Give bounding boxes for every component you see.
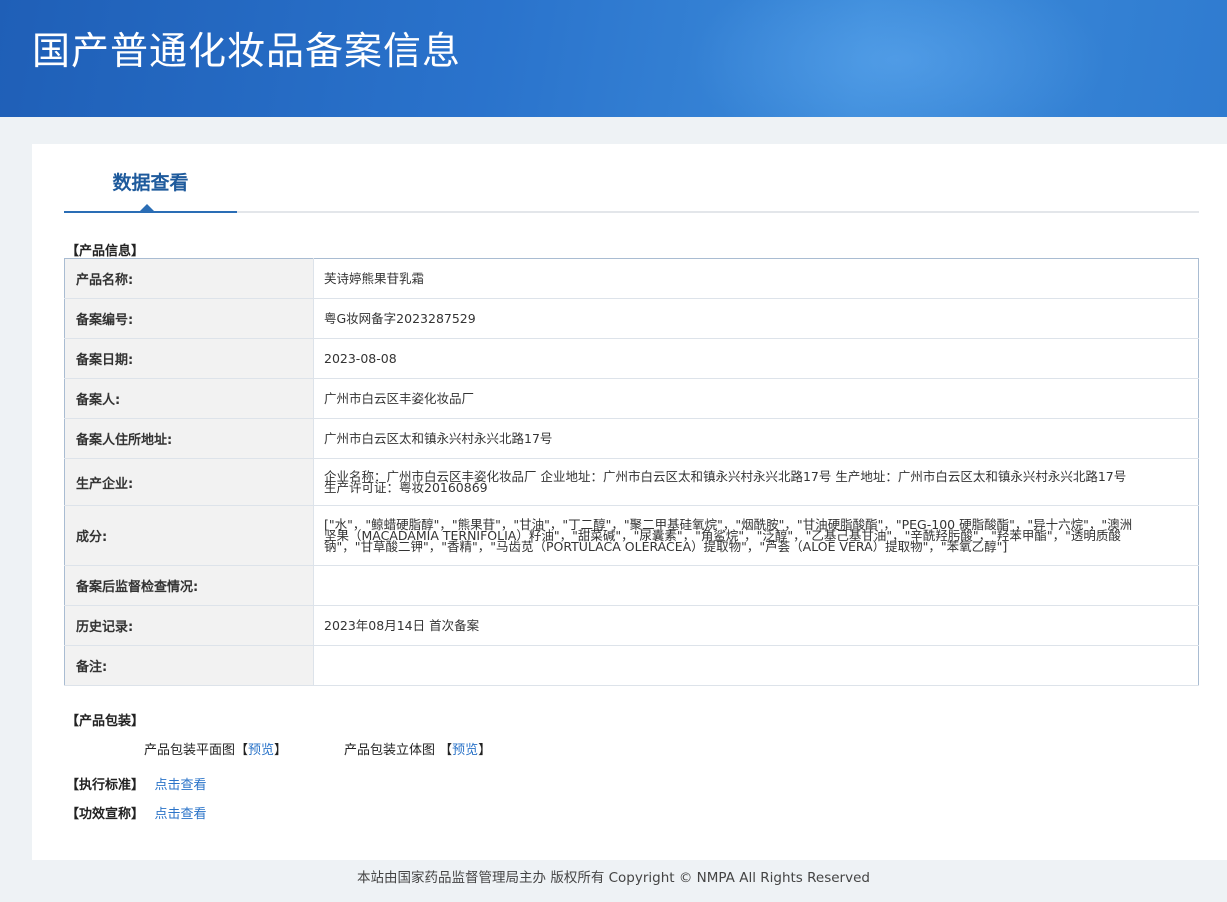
section-title-efficacy: 【功效宣称】 点击查看 xyxy=(66,803,207,822)
row-value xyxy=(313,565,1199,606)
packaging-flat-label: 产品包装平面图 xyxy=(144,743,236,758)
footer-copyright: 本站由国家药品监督管理局主办 版权所有 Copyright © NMPA All… xyxy=(357,870,870,886)
table-row: 成分: ["水"，"鲸蜡硬脂醇"，"熊果苷"，"甘油"，"丁二醇"，"聚二甲基硅… xyxy=(64,505,1199,566)
section-title-packaging: 【产品包装】 xyxy=(66,714,145,729)
standard-label: 【执行标准】 xyxy=(66,778,145,793)
bracket-open: 【 xyxy=(439,743,453,758)
row-value: 企业名称：广州市白云区丰姿化妆品厂 企业地址：广州市白云区太和镇永兴村永兴北路1… xyxy=(313,458,1199,506)
row-value: 粤G妆网备字2023287529 xyxy=(313,298,1199,339)
row-value: 广州市白云区太和镇永兴村永兴北路17号 xyxy=(313,418,1199,459)
bracket-open: 【 xyxy=(235,743,249,758)
row-label: 备案编号: xyxy=(64,298,314,339)
row-label: 备案人: xyxy=(64,378,314,419)
page-title: 国产普通化妆品备案信息 xyxy=(32,29,462,73)
packaging-flat: 产品包装平面图【预览】 xyxy=(144,739,287,758)
table-row: 历史记录: 2023年08月14日 首次备案 xyxy=(64,605,1199,646)
row-label: 历史记录: xyxy=(64,605,314,646)
table-row: 产品名称: 芙诗婷熊果苷乳霜 xyxy=(64,258,1199,299)
row-value: 广州市白云区丰姿化妆品厂 xyxy=(313,378,1199,419)
product-info-table: 产品名称: 芙诗婷熊果苷乳霜 备案编号: 粤G妆网备字2023287529 备案… xyxy=(64,258,1199,686)
efficacy-view-link[interactable]: 点击查看 xyxy=(155,807,207,822)
row-label: 备注: xyxy=(64,645,314,686)
section-title-product-info: 【产品信息】 xyxy=(66,244,145,259)
bracket-close: 】 xyxy=(274,743,288,758)
tab-active-arrow xyxy=(140,204,154,211)
row-label: 备案日期: xyxy=(64,338,314,379)
row-value: ["水"，"鲸蜡硬脂醇"，"熊果苷"，"甘油"，"丁二醇"，"聚二甲基硅氧烷"，… xyxy=(313,505,1199,566)
row-label: 产品名称: xyxy=(64,258,314,299)
row-label: 成分: xyxy=(64,505,314,566)
bracket-close: 】 xyxy=(478,743,492,758)
table-row: 备案后监督检查情况: xyxy=(64,565,1199,606)
header-banner: 国产普通化妆品备案信息 xyxy=(0,0,1227,117)
row-value: 2023年08月14日 首次备案 xyxy=(313,605,1199,646)
table-row: 备案日期: 2023-08-08 xyxy=(64,338,1199,379)
table-row: 备案人住所地址: 广州市白云区太和镇永兴村永兴北路17号 xyxy=(64,418,1199,459)
table-row: 备案人: 广州市白云区丰姿化妆品厂 xyxy=(64,378,1199,419)
row-label: 备案后监督检查情况: xyxy=(64,565,314,606)
packaging-solid: 产品包装立体图 【预览】 xyxy=(344,739,491,758)
row-value: 2023-08-08 xyxy=(313,338,1199,379)
table-row: 备注: xyxy=(64,645,1199,686)
row-value: 芙诗婷熊果苷乳霜 xyxy=(313,258,1199,299)
row-value xyxy=(313,645,1199,686)
content-card: 数据查看 【产品信息】 产品名称: 芙诗婷熊果苷乳霜 备案编号: 粤G妆网备字2… xyxy=(32,144,1227,860)
packaging-solid-label: 产品包装立体图 xyxy=(344,743,436,758)
packaging-solid-preview-link[interactable]: 预览 xyxy=(452,743,478,758)
efficacy-label: 【功效宣称】 xyxy=(66,807,145,822)
packaging-flat-preview-link[interactable]: 预览 xyxy=(248,743,274,758)
tab-active-indicator xyxy=(64,211,237,213)
standard-view-link[interactable]: 点击查看 xyxy=(155,778,207,793)
table-row: 生产企业: 企业名称：广州市白云区丰姿化妆品厂 企业地址：广州市白云区太和镇永兴… xyxy=(64,458,1199,506)
section-title-standard: 【执行标准】 点击查看 xyxy=(66,774,207,793)
row-label: 备案人住所地址: xyxy=(64,418,314,459)
row-label: 生产企业: xyxy=(64,458,314,506)
table-row: 备案编号: 粤G妆网备字2023287529 xyxy=(64,298,1199,339)
